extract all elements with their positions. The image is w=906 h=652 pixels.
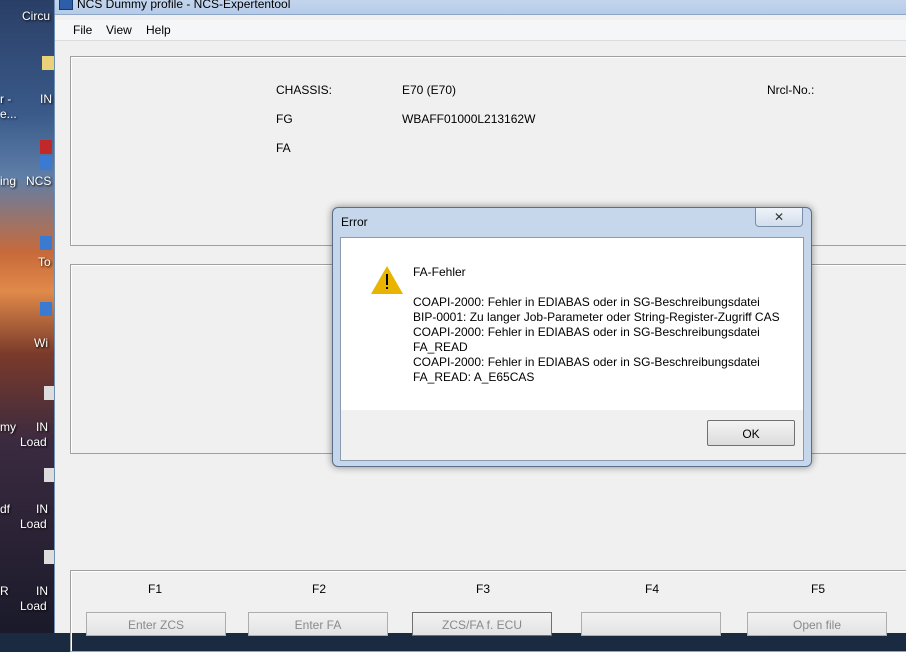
window-title: NCS Dummy profile - NCS-Expertentool [77,0,291,11]
shortcut-icon[interactable] [40,302,52,316]
desktop-icon-label[interactable]: Circu [22,9,50,23]
app-icon[interactable] [40,140,52,154]
desktop-icon-label[interactable]: R [0,584,9,598]
chassis-label: CHASSIS: [276,83,333,97]
desktop-icon-label[interactable]: df [0,502,10,516]
close-button[interactable]: ✕ [755,208,803,227]
desktop-icon-label[interactable]: NCS [26,174,51,188]
warning-icon-dot [386,287,388,289]
desktop-icon-label[interactable]: IN [36,502,48,516]
enter-zcs-button[interactable]: Enter ZCS [86,612,226,636]
enter-fa-button[interactable]: Enter FA [248,612,388,636]
desktop-icon-label[interactable]: e... [0,107,17,121]
fkey-label-f5: F5 [811,582,826,596]
menu-bar: File View Help [55,20,906,41]
fkey-label-f1: F1 [148,582,163,596]
dialog-message-line: FA_READ [413,340,468,354]
dialog-message-line: COAPI-2000: Fehler in EDIABAS oder in SG… [413,355,760,369]
dialog-message-line: FA_READ: A_E65CAS [413,370,535,384]
folder-icon[interactable] [42,56,54,70]
fkey-label-f2: F2 [312,582,327,596]
desktop-icon-label[interactable]: Load [20,517,47,531]
dialog-message-line: COAPI-2000: Fehler in EDIABAS oder in SG… [413,325,760,339]
desktop-icon-label[interactable]: r - [0,92,11,106]
ok-button[interactable]: OK [707,420,795,446]
f4-button[interactable] [581,612,721,636]
close-icon: ✕ [773,210,785,224]
dialog-message-line: BIP-0001: Zu langer Job-Parameter oder S… [413,310,780,324]
desktop-icon-label[interactable]: Wi [34,336,48,350]
chassis-value: E70 (E70) [402,83,457,97]
fkey-label-f3: F3 [476,582,491,596]
shortcut-icon[interactable] [40,236,52,250]
desktop-icon-label[interactable]: my [0,420,16,434]
desktop-icon-label[interactable]: To [38,255,51,269]
zcs-fa-ecu-button[interactable]: ZCS/FA f. ECU [412,612,552,636]
desktop-icon-label[interactable]: Load [20,599,47,613]
menu-help[interactable]: Help [146,23,171,37]
dialog-body: FA-Fehler COAPI-2000: Fehler in EDIABAS … [340,237,804,461]
nrcl-label: Nrcl-No.: [767,83,815,97]
dialog-message-area: FA-Fehler COAPI-2000: Fehler in EDIABAS … [341,238,803,410]
desktop: Circu IN r - e... ing NCS To Wi my IN Lo… [0,0,62,633]
dialog-heading: FA-Fehler [413,265,466,279]
error-dialog: Error ✕ FA-Fehler COAPI-2000: Fehler in … [332,207,812,467]
open-file-button[interactable]: Open file [747,612,887,636]
desktop-icon-label[interactable]: IN [40,92,52,106]
menu-file[interactable]: File [73,23,92,37]
app-icon [59,0,73,10]
dialog-message-line: COAPI-2000: Fehler in EDIABAS oder in SG… [413,295,760,309]
title-bar[interactable]: NCS Dummy profile - NCS-Expertentool [55,0,906,15]
fkey-label-f4: F4 [645,582,660,596]
warning-icon-mark [386,274,388,285]
desktop-icon-label[interactable]: IN [36,584,48,598]
fg-label: FG [276,112,293,126]
fg-value: WBAFF01000L213162W [402,112,536,126]
desktop-icon-label[interactable]: ing [0,174,16,188]
shortcut-icon[interactable] [40,156,52,170]
desktop-icon-label[interactable]: Load [20,435,47,449]
menu-view[interactable]: View [106,23,132,37]
dialog-title: Error [341,215,368,229]
fa-label: FA [276,141,291,155]
desktop-icon-label[interactable]: IN [36,420,48,434]
